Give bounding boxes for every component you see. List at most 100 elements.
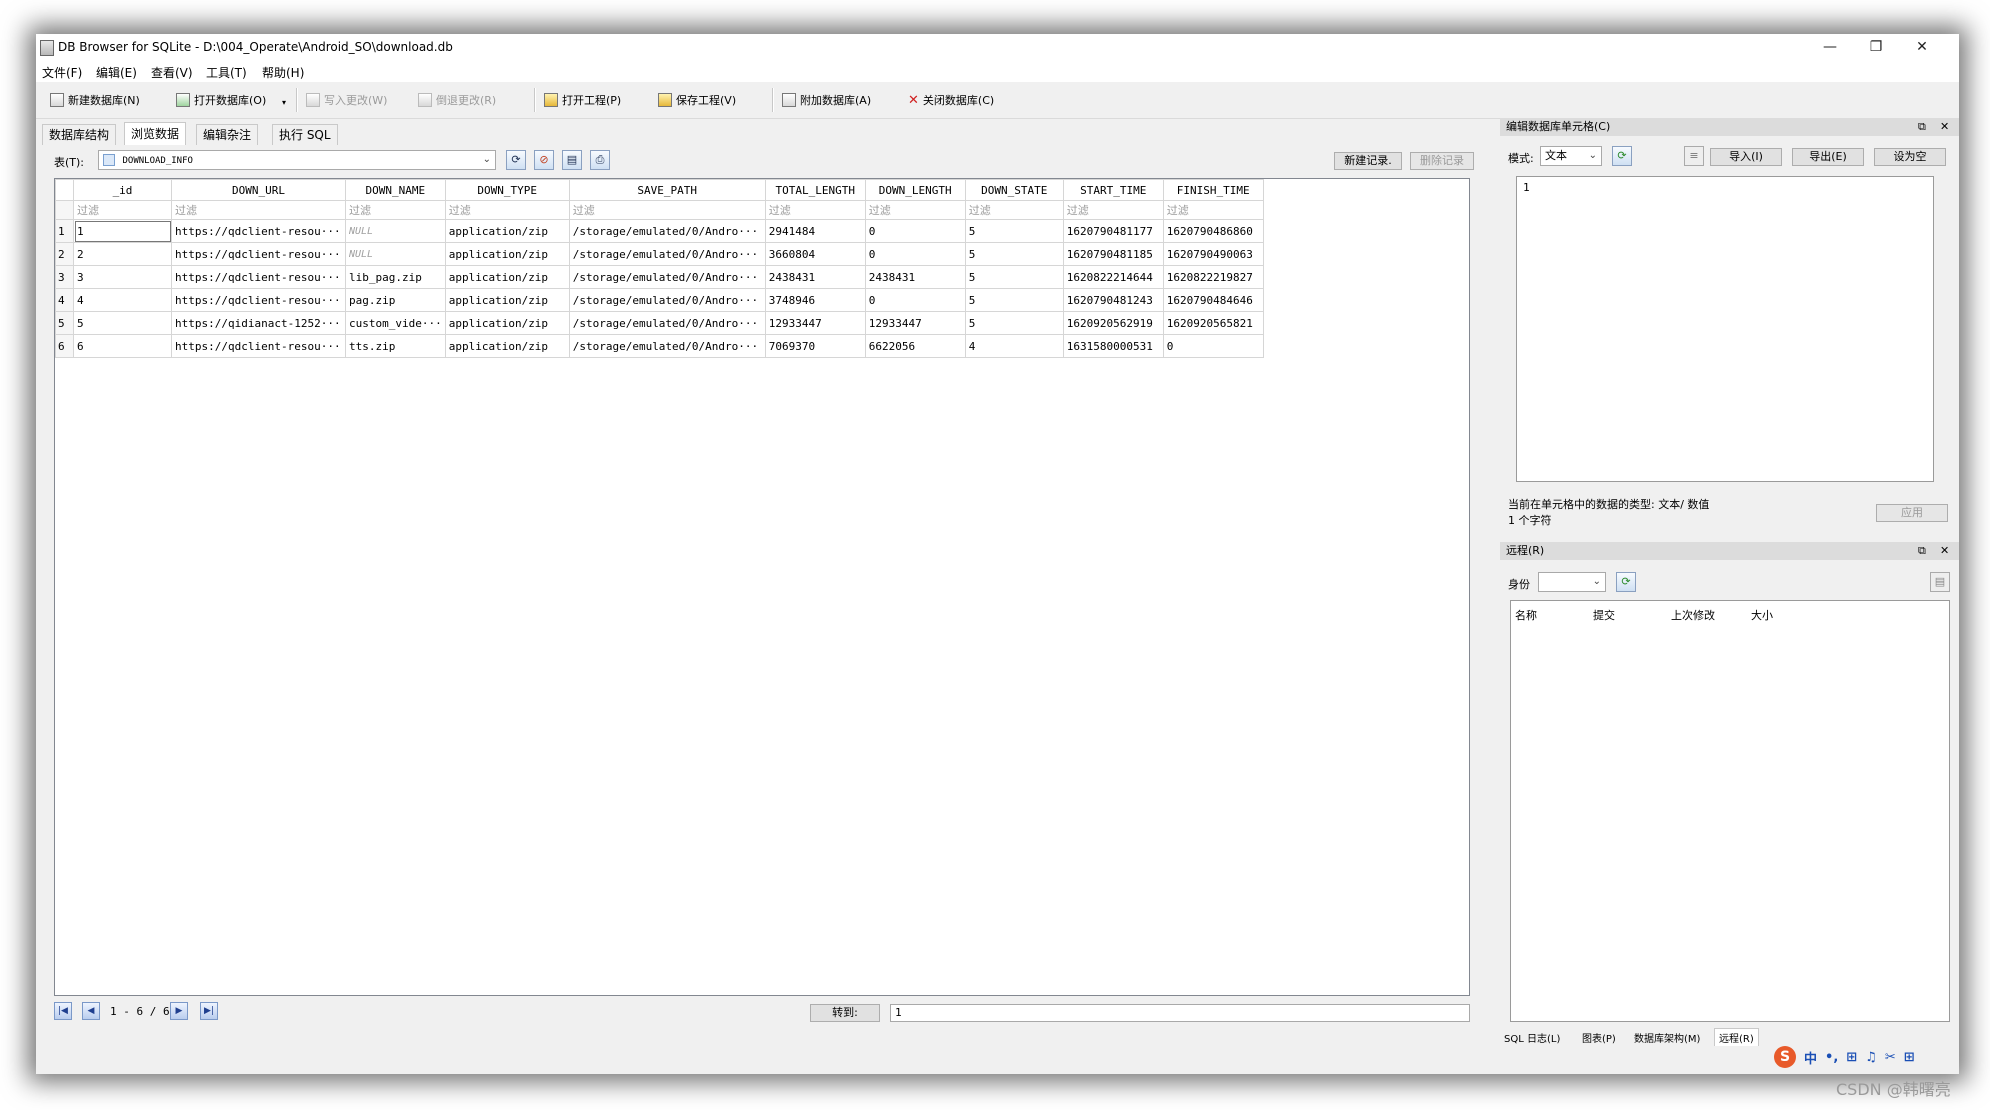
dock-float-icon[interactable]: ⧉	[1918, 118, 1926, 136]
table-cell[interactable]: 2	[73, 242, 172, 266]
write-changes-button[interactable]: 写入更改(W)	[306, 90, 387, 110]
filter-input[interactable]: 过滤	[444, 200, 570, 220]
column-header[interactable]: SAVE_PATH	[568, 179, 766, 201]
table-cell[interactable]: https://qdclient-resou···	[171, 242, 346, 266]
bottom-tab-db-schema[interactable]: 数据库架构(M)	[1634, 1030, 1700, 1045]
import-button[interactable]: 导入(I)	[1710, 148, 1782, 166]
table-cell[interactable]: 1620822214644	[1062, 265, 1164, 289]
menu-view[interactable]: 查看(V)	[151, 64, 193, 81]
menu-help[interactable]: 帮助(H)	[262, 64, 304, 81]
table-cell[interactable]: 1620920562919	[1062, 311, 1164, 335]
ime-punctuation-icon[interactable]: •,	[1825, 1050, 1838, 1065]
previous-page-icon[interactable]: ◀	[82, 1002, 100, 1020]
table-cell[interactable]: 5	[964, 265, 1064, 289]
corner-cell[interactable]	[55, 179, 74, 201]
dock-close-icon[interactable]: ✕	[1940, 542, 1949, 560]
save-project-button[interactable]: 保存工程(V)	[658, 90, 736, 110]
ime-voice-icon[interactable]: ♫	[1865, 1050, 1877, 1065]
row-number[interactable]: 2	[55, 242, 74, 266]
revert-changes-button[interactable]: 倒退更改(R)	[418, 90, 496, 110]
auto-switch-mode-icon[interactable]: ⟳	[1612, 146, 1632, 166]
bottom-tab-remote[interactable]: 远程(R)	[1714, 1028, 1759, 1046]
filter-input[interactable]: 过滤	[964, 200, 1064, 220]
filter-input[interactable]: 过滤	[864, 200, 966, 220]
table-row[interactable]: 2 2 https://qdclient-resou··· NULL applicati…	[55, 242, 1264, 266]
first-page-icon[interactable]: |◀	[54, 1002, 72, 1020]
bottom-tab-sql-log[interactable]: SQL 日志(L)	[1504, 1030, 1560, 1045]
table-cell[interactable]: application/zip	[444, 334, 570, 358]
table-cell[interactable]: /storage/emulated/0/Andro···	[568, 334, 766, 358]
table-row[interactable]: 1 1 https://qdclient-resou··· NULL applicati…	[55, 219, 1264, 243]
table-cell[interactable]: 1620790481243	[1062, 288, 1164, 312]
column-header[interactable]: DOWN_URL	[171, 179, 346, 201]
ime-tools-icon[interactable]: ✂	[1885, 1050, 1896, 1065]
goto-input[interactable]: 1	[890, 1004, 1470, 1022]
row-number[interactable]: 3	[55, 265, 74, 289]
row-number[interactable]: 1	[55, 219, 74, 243]
add-identity-icon[interactable]: ⟳	[1616, 572, 1636, 592]
table-cell[interactable]: /storage/emulated/0/Andro···	[568, 311, 766, 335]
attach-database-button[interactable]: 附加数据库(A)	[782, 90, 871, 110]
open-project-button[interactable]: 打开工程(P)	[544, 90, 621, 110]
table-cell[interactable]: 5	[964, 311, 1064, 335]
table-cell[interactable]: 1620822219827	[1162, 265, 1264, 289]
table-row[interactable]: 5 5 https://qidianact-1252··· custom_vide··…	[55, 311, 1264, 335]
ime-chinese-icon[interactable]: 中	[1804, 1048, 1817, 1067]
column-header[interactable]: FINISH_TIME	[1162, 179, 1264, 201]
table-cell[interactable]: 6	[73, 334, 172, 358]
tab-execute-sql[interactable]: 执行 SQL	[272, 124, 338, 145]
table-cell[interactable]: 1620790481185	[1062, 242, 1164, 266]
close-database-button[interactable]: ✕ 关闭数据库(C)	[908, 90, 994, 110]
data-grid[interactable]: _id DOWN_URL DOWN_NAME DOWN_TYPE SAVE_PATH TO…	[54, 178, 1470, 996]
table-cell[interactable]: 0	[864, 242, 966, 266]
minimize-button[interactable]: —	[1807, 34, 1853, 60]
table-cell[interactable]: application/zip	[444, 311, 570, 335]
clear-filters-icon[interactable]: ⊘	[534, 150, 554, 170]
last-page-icon[interactable]: ▶|	[200, 1002, 218, 1020]
tab-browse-data[interactable]: 浏览数据	[124, 122, 187, 145]
table-cell[interactable]: 0	[864, 219, 966, 243]
table-cell[interactable]: https://qdclient-resou···	[171, 334, 346, 358]
table-cell[interactable]: 5	[964, 242, 1064, 266]
table-cell[interactable]: 1620790481177	[1062, 219, 1164, 243]
table-row[interactable]: 6 6 https://qdclient-resou··· tts.zip applic…	[55, 334, 1264, 358]
ime-grid-icon[interactable]: ⊞	[1904, 1050, 1915, 1065]
filter-input[interactable]: 过滤	[73, 200, 172, 220]
table-cell[interactable]: 12933447	[864, 311, 966, 335]
new-database-button[interactable]: 新建数据库(N)	[50, 90, 140, 110]
identity-select[interactable]: ⌄	[1538, 572, 1606, 592]
table-cell[interactable]: tts.zip	[345, 334, 446, 358]
remote-list[interactable]: 名称 提交 上次修改 大小	[1510, 600, 1950, 1022]
row-number[interactable]: 5	[55, 311, 74, 335]
save-filter-icon[interactable]: ▤	[562, 150, 582, 170]
column-header[interactable]: DOWN_NAME	[345, 179, 446, 201]
table-cell[interactable]: /storage/emulated/0/Andro···	[568, 219, 766, 243]
table-cell[interactable]: application/zip	[444, 242, 570, 266]
column-header[interactable]: DOWN_TYPE	[444, 179, 570, 201]
filter-input[interactable]: 过滤	[764, 200, 866, 220]
tab-edit-pragmas[interactable]: 编辑杂注	[196, 124, 259, 145]
table-cell[interactable]: NULL	[345, 219, 446, 243]
menu-tools[interactable]: 工具(T)	[206, 64, 247, 81]
table-cell[interactable]: 2941484	[764, 219, 866, 243]
new-record-button[interactable]: 新建记录.	[1334, 152, 1402, 170]
dock-close-icon[interactable]: ✕	[1940, 118, 1949, 136]
table-cell[interactable]: application/zip	[444, 288, 570, 312]
table-cell[interactable]: 3660804	[764, 242, 866, 266]
restore-button[interactable]: ❐	[1853, 34, 1899, 60]
table-cell[interactable]: 1620790490063	[1162, 242, 1264, 266]
table-cell[interactable]: 4	[73, 288, 172, 312]
dock-float-icon[interactable]: ⧉	[1918, 542, 1926, 560]
column-header[interactable]: _id	[73, 179, 172, 201]
table-cell[interactable]: NULL	[345, 242, 446, 266]
table-cell[interactable]: 1620920565821	[1162, 311, 1264, 335]
set-null-button[interactable]: 设为空	[1874, 148, 1946, 166]
apply-button[interactable]: 应用	[1876, 504, 1948, 522]
remote-action-icon[interactable]: ▤	[1930, 572, 1950, 592]
table-cell[interactable]: custom_vide···	[345, 311, 446, 335]
column-header[interactable]: DOWN_STATE	[964, 179, 1064, 201]
table-cell[interactable]: application/zip	[444, 265, 570, 289]
table-cell[interactable]: application/zip	[444, 219, 570, 243]
cell-editor[interactable]: 1	[1516, 176, 1934, 482]
table-cell[interactable]: 0	[1162, 334, 1264, 358]
